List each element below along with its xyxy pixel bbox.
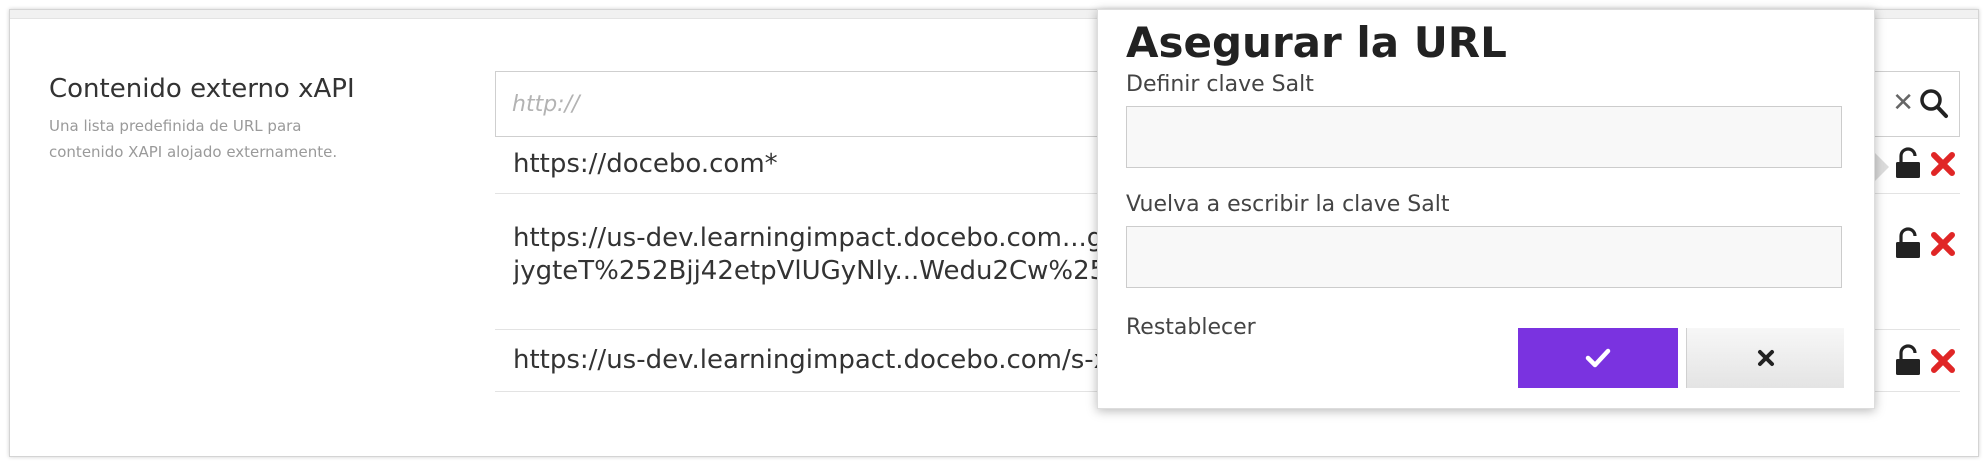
delete-icon[interactable] (1929, 150, 1957, 178)
salt-key-confirm-input[interactable] (1126, 226, 1842, 288)
delete-icon[interactable] (1929, 230, 1957, 258)
lock-open-icon[interactable] (1893, 344, 1923, 376)
confirm-button[interactable] (1518, 328, 1678, 388)
search-icon[interactable] (1919, 87, 1949, 121)
salt-key-confirm-label: Vuelva a escribir la clave Salt (1126, 192, 1450, 217)
popover-title: Asegurar la URL (1126, 18, 1507, 67)
salt-key-input[interactable] (1126, 106, 1842, 168)
salt-key-label: Definir clave Salt (1126, 72, 1314, 97)
close-icon (1757, 350, 1774, 366)
lock-open-icon[interactable] (1893, 227, 1923, 259)
reset-link[interactable]: Restablecer (1126, 315, 1256, 340)
section-title: Contenido externo xAPI (49, 74, 355, 104)
section-description: Una lista predefinida de URL para conten… (49, 117, 338, 161)
secure-url-popover: Asegurar la URL Definir clave Salt Vuelv… (1097, 9, 1875, 409)
checkmark-icon (1585, 348, 1611, 368)
row-actions (1893, 227, 1957, 259)
clear-icon[interactable]: ✕ (1892, 88, 1914, 118)
row-actions (1893, 147, 1957, 179)
cancel-button[interactable] (1686, 328, 1844, 388)
lock-open-icon[interactable] (1893, 147, 1923, 179)
row-actions (1893, 344, 1957, 376)
delete-icon[interactable] (1929, 347, 1957, 375)
